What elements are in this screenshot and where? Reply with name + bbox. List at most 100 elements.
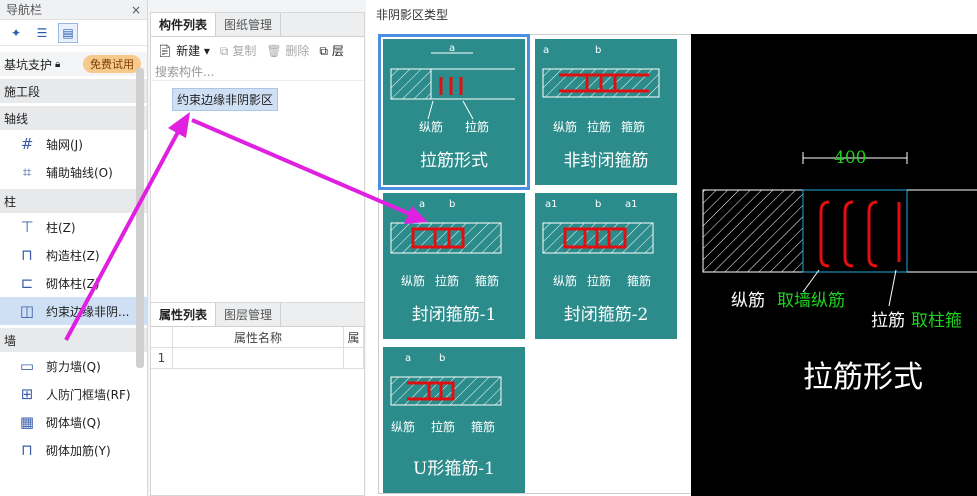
- dim-b-label: b: [439, 353, 445, 364]
- dim-a1-label: a1: [545, 199, 558, 210]
- detail-view-icon[interactable]: ▤: [58, 22, 78, 43]
- tab-component-list[interactable]: 构件列表: [151, 13, 217, 36]
- shear-wall-icon: ▭: [19, 357, 35, 375]
- layer-icon: ⧉: [319, 43, 328, 58]
- nav-item-label: 约束边缘非阴...: [46, 304, 130, 319]
- option-caption: U形箍筋-1: [413, 459, 495, 479]
- tab-drawing-manage[interactable]: 图纸管理: [216, 13, 282, 36]
- nav-item-label: 剪力墙(Q): [46, 359, 101, 374]
- dim-a-label: a: [419, 199, 425, 210]
- search-input[interactable]: 搜索构件...: [151, 63, 364, 81]
- closed-stirrup-1-diagram: a b 纵筋 拉筋 箍筋: [390, 199, 502, 288]
- constraint-edge-icon: ◫: [19, 302, 35, 320]
- gj-label: 箍筋: [621, 119, 645, 134]
- nav-item-civil-defense-wall[interactable]: ⊞ 人防门框墙(RF): [0, 380, 147, 408]
- delete-label: 删除: [285, 43, 310, 58]
- lj-label: 拉筋: [435, 273, 459, 288]
- category-foundation[interactable]: 基坑支护 🔒︎ 免费试用: [0, 52, 147, 76]
- type-option-open-stirrup[interactable]: a b 纵筋 拉筋 箍筋 非封闭箍筋: [535, 39, 677, 185]
- pin-icon[interactable]: ✦: [6, 23, 26, 43]
- list-view-icon[interactable]: ☰: [32, 23, 52, 43]
- category-label: 墙: [4, 333, 17, 348]
- dim-b-label: b: [595, 199, 601, 210]
- nav-item-masonry-column[interactable]: ⊏ 砌体柱(Z): [0, 269, 147, 297]
- row-number-header: [151, 327, 173, 347]
- nav-item-masonry-rebar[interactable]: ⊓ 砌体加筋(Y): [0, 436, 147, 464]
- property-value-cell[interactable]: [344, 348, 364, 368]
- nav-item-aux-axis[interactable]: ⌗ 辅助轴线(O): [0, 158, 147, 186]
- zj-label: 纵筋: [391, 419, 415, 434]
- masonry-wall-icon: ▦: [19, 413, 35, 431]
- free-trial-badge[interactable]: 免费试用: [83, 55, 141, 73]
- preview-zj: 纵筋: [731, 291, 765, 311]
- property-name-header: 属性名称: [173, 327, 344, 347]
- delete-button[interactable]: 🗑︎ 删除: [266, 42, 309, 59]
- door-frame-wall-icon: ⊞: [20, 385, 34, 403]
- dim-b-label: b: [595, 45, 601, 56]
- zj-label: 纵筋: [419, 119, 443, 134]
- component-tabs: 构件列表 图纸管理: [151, 13, 364, 37]
- close-icon[interactable]: ×: [131, 3, 141, 17]
- gj-label: 箍筋: [475, 273, 499, 288]
- copy-button[interactable]: ⧉ 复制: [220, 42, 256, 59]
- category-wall[interactable]: 墙: [0, 328, 147, 352]
- delete-icon: 🗑︎: [266, 43, 282, 58]
- nav-item-constructional-column[interactable]: ⊓ 构造柱(Z): [0, 241, 147, 269]
- nav-scrollbar[interactable]: [136, 68, 144, 368]
- nav-item-column[interactable]: ⊤ 柱(Z): [0, 213, 147, 241]
- layer-button[interactable]: ⧉ 层: [319, 42, 343, 59]
- nav-item-label: 人防门框墙(RF): [46, 387, 131, 402]
- masonry-rebar-icon: ⊓: [21, 441, 33, 459]
- nav-item-label: 砌体墙(Q): [46, 415, 101, 430]
- nav-item-shear-wall[interactable]: ▭ 剪力墙(Q): [0, 352, 147, 380]
- gj-label: 箍筋: [471, 419, 495, 434]
- dim-a-label: a: [405, 353, 411, 364]
- property-name-cell[interactable]: [173, 348, 344, 368]
- type-option-u-stirrup-1[interactable]: a b 纵筋 拉筋 箍筋 U形箍筋-1: [383, 347, 525, 493]
- property-row[interactable]: 1: [151, 348, 364, 369]
- non-shadow-type-dialog: 非阴影区类型 纵筋 拉筋 a 拉筋形式 a b 纵筋 拉筋 箍筋 非封闭箍筋 a…: [366, 0, 977, 496]
- category-label: 基坑支护: [4, 57, 53, 72]
- row-number: 1: [151, 348, 173, 368]
- zj-label: 纵筋: [553, 119, 577, 134]
- closed-stirrup-2-diagram: a1 b a1 纵筋 拉筋 箍筋: [542, 199, 654, 288]
- preview-lj: 拉筋: [871, 311, 905, 331]
- category-column[interactable]: 柱: [0, 189, 147, 213]
- category-axis[interactable]: 轴线: [0, 106, 147, 130]
- tie-bar-diagram: 纵筋 拉筋 a: [390, 43, 515, 134]
- copy-icon: ⧉: [219, 43, 229, 58]
- axis-grid-icon: #: [20, 135, 34, 153]
- tab-property-list[interactable]: 属性列表: [151, 303, 217, 326]
- type-option-tie-bar[interactable]: 纵筋 拉筋 a 拉筋形式: [378, 34, 530, 190]
- nav-title: 导航栏: [6, 3, 43, 17]
- option-caption: 封闭箍筋-2: [563, 305, 649, 325]
- nav-item-label: 柱(Z): [46, 220, 76, 235]
- nav-item-label: 构造柱(Z): [46, 248, 100, 263]
- preview-lj-source: 取柱箍: [911, 311, 962, 331]
- open-stirrup-diagram: a b 纵筋 拉筋 箍筋: [542, 45, 660, 134]
- nav-item-label: 轴网(J): [46, 137, 83, 152]
- column-icon: ⊤: [20, 218, 34, 236]
- component-item[interactable]: 约束边缘非阴影区: [172, 88, 279, 111]
- option-caption: 封闭箍筋-1: [411, 305, 497, 325]
- type-option-closed-stirrup-1[interactable]: a b 纵筋 拉筋 箍筋 封闭箍筋-1: [383, 193, 525, 339]
- category-construction-section[interactable]: 施工段: [0, 79, 147, 103]
- dim-a1-label: a1: [625, 199, 638, 210]
- nav-item-label: 砌体加筋(Y): [46, 443, 111, 458]
- zj-label: 纵筋: [553, 273, 577, 288]
- nav-item-axis-grid[interactable]: # 轴网(J): [0, 130, 147, 158]
- preview-panel: 400 纵筋 取墙纵筋 拉筋 取柱箍 拉筋形式: [691, 34, 977, 496]
- new-button[interactable]: 📄︎ 新建 ▾: [157, 42, 210, 59]
- type-option-closed-stirrup-2[interactable]: a1 b a1 纵筋 拉筋 箍筋 封闭箍筋-2: [535, 193, 677, 339]
- preview-dim: 400: [834, 148, 867, 168]
- option-caption: 非封闭箍筋: [563, 151, 649, 171]
- nav-item-masonry-wall[interactable]: ▦ 砌体墙(Q): [0, 408, 147, 436]
- new-icon: 📄︎: [157, 43, 173, 58]
- property-tabs: 属性列表 图层管理: [151, 303, 364, 327]
- nav-item-constraint-edge[interactable]: ◫ 约束边缘非阴...: [0, 297, 147, 325]
- aux-axis-icon: ⌗: [22, 163, 32, 181]
- tab-layer-manage[interactable]: 图层管理: [216, 303, 282, 326]
- new-label: 新建: [176, 43, 201, 58]
- copy-label: 复制: [232, 43, 257, 58]
- nav-header: 导航栏 ×: [0, 0, 147, 20]
